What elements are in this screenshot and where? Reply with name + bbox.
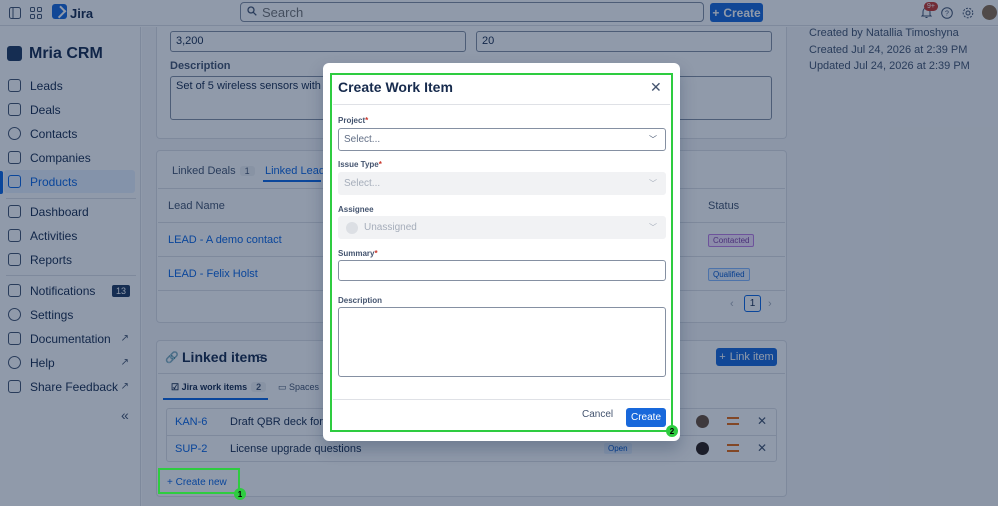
annotation-box-create-new	[158, 468, 240, 494]
annotation-number: 1	[234, 488, 246, 500]
annotation-box-modal	[330, 73, 673, 432]
annotation-number: 2	[666, 425, 678, 437]
